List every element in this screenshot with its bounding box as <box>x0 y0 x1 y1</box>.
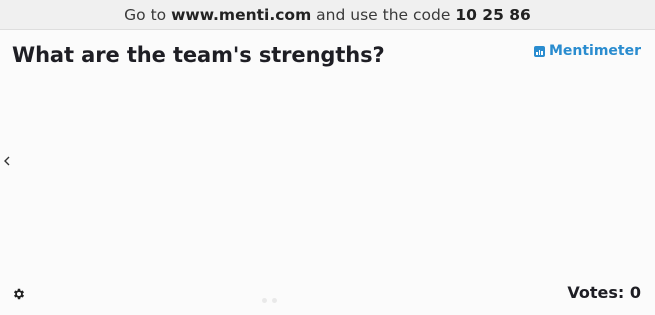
previous-slide-button[interactable] <box>2 154 12 168</box>
gear-icon[interactable] <box>12 287 26 301</box>
votes-counter: Votes: 0 <box>567 283 641 302</box>
progress-dot <box>262 298 267 303</box>
slide-progress-dots <box>262 298 277 303</box>
join-instructions-banner: Go to www.menti.com and use the code 10 … <box>0 0 655 30</box>
banner-url: www.menti.com <box>171 5 312 24</box>
mentimeter-logo: Mentimeter <box>533 43 641 59</box>
chevron-left-icon <box>4 156 10 166</box>
brand-name: Mentimeter <box>548 43 641 59</box>
banner-code: 10 25 86 <box>455 5 531 24</box>
banner-middle: and use the code <box>316 5 451 24</box>
progress-dot <box>272 298 277 303</box>
mentimeter-logo-icon <box>533 45 545 57</box>
banner-prefix: Go to <box>124 5 167 24</box>
presentation-stage <box>0 30 655 315</box>
question-title: What are the team's strengths? <box>12 43 385 67</box>
